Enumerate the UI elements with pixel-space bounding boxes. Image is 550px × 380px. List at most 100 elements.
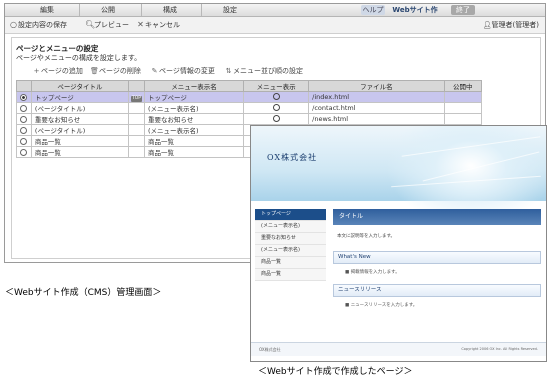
web-caption: ＜Webサイト作成で作成したページ＞ [258,367,413,377]
row-select-cell[interactable] [16,146,32,158]
site-footer: OX株式会社 Copyright 2006 OX Inc. All Rights… [251,342,546,356]
menu-name-cell: (メニュー表示名) [143,124,245,136]
row-radio-button[interactable] [20,115,28,123]
exit-button[interactable]: 終了 [451,5,475,15]
nav-item[interactable]: 重要なお知らせ [255,233,326,245]
company-name: OX株式会社 [267,153,318,162]
site-navigation: トップページ (メニュー表示名) 重要なお知らせ (メニュー表示名) 商品一覧 商品一覧 [255,209,326,281]
column-header-menu-display: メニュー表示 [243,80,310,92]
help-button[interactable]: ヘルプ [361,5,385,15]
table-row[interactable]: 重要なお知らせ 重要なお知らせ/news.html [16,113,483,125]
sort-icon: ⇅ [225,67,232,75]
column-header-published: 公開中 [443,80,483,92]
column-header-file-name: ファイル名 [308,80,445,92]
top-cell [127,146,145,158]
top-cell [127,102,145,114]
file-name-cell: /news.html [308,113,445,125]
close-icon: ✕ [137,20,144,29]
tab-settings[interactable]: 設定 [201,4,258,16]
menu-name-cell: 商品一覧 [143,146,245,158]
add-page-button[interactable]: + ページの追加 [32,66,83,76]
menu-name-cell: (メニュー表示名) [143,102,245,114]
main-tab-bar: 編集 公開 構成 設定 ヘルプ Webサイト作成 終了 [5,4,545,26]
nav-item[interactable]: トップページ [255,209,326,221]
save-settings-label: 設定内容の保存 [18,21,67,29]
generated-website: OX株式会社 トップページ (メニュー表示名) 重要なお知らせ (メニュー表示名) 商品… [250,125,547,362]
menu-sort-button[interactable]: ⇅ メニュー並び順の設定 [224,66,303,76]
published-cell [443,113,483,125]
top-column-header [127,80,145,92]
trash-icon: 🗑︎ [90,67,99,75]
main-content: タイトル 本文に説明等を入力します。 What's New ■ 掲載情報を入力し… [333,209,541,313]
top-cell [127,124,145,136]
news-release-item: ■ ニュースリリースを入力します。 [345,303,418,308]
column-header-menu-name: メニュー表示名 [143,80,245,92]
menu-display-cell [243,102,310,114]
user-icon: 👤︎ [482,21,492,29]
table-header-row: ページタイトル メニュー表示名 メニュー表示 ファイル名 公開中 [16,80,483,92]
tab-structure[interactable]: 構成 [141,4,198,16]
nav-item[interactable]: 商品一覧 [255,269,326,281]
top-cell [127,135,145,147]
page-title-cell: トップページ [30,91,129,103]
row-radio-button[interactable] [20,93,28,101]
whats-new-item: ■ 掲載情報を入力します。 [345,270,400,275]
page-title-cell: 商品一覧 [30,135,129,147]
footer-company: OX株式会社 [259,347,281,352]
cancel-button[interactable]: ✕キャンセル [136,20,180,30]
menu-sort-label: メニュー並び順の設定 [233,67,303,75]
table-row[interactable]: (ページタイトル) (メニュー表示名) /contact.html [16,102,483,114]
menu-name-cell: 商品一覧 [143,135,245,147]
row-select-cell[interactable] [16,113,32,125]
page-title-cell: (ページタイトル) [30,102,129,114]
table-row[interactable]: トップページ TOP トップページ/index.html [16,91,483,103]
edit-icon: ✎ [151,67,158,75]
news-release-heading: ニュースリリース [333,284,541,297]
file-name-cell: /contact.html [308,102,445,114]
row-radio-button[interactable] [20,137,28,145]
nav-item[interactable]: (メニュー表示名) [255,221,326,233]
whats-new-text: 掲載情報を入力します。 [350,270,400,275]
app-name: Webサイト作成 [392,6,438,26]
file-name-cell: /index.html [308,91,445,103]
row-radio-button[interactable] [20,104,28,112]
top-cell [127,113,145,125]
tab-edit[interactable]: 編集 [21,4,73,16]
edit-page-info-button[interactable]: ✎ ページ情報の変更 [150,66,215,76]
plus-icon: + [33,67,40,75]
tab-publish[interactable]: 公開 [79,4,136,16]
row-select-cell[interactable] [16,124,32,136]
page-title-cell: 商品一覧 [30,146,129,158]
published-cell [443,102,483,114]
row-radio-button[interactable] [20,148,28,156]
whats-new-heading: What's New [333,251,541,264]
shown-mark [272,114,280,122]
row-select-cell[interactable] [16,91,32,103]
row-select-cell[interactable] [16,135,32,147]
user-info: 👤︎管理者(管理者) [483,20,539,30]
preview-label: プレビュー [94,21,129,29]
cms-caption: ＜Webサイト作成（CMS）管理画面＞ [5,288,162,298]
nav-item[interactable]: (メニュー表示名) [255,245,326,257]
row-select-cell[interactable] [16,102,32,114]
published-cell [443,91,483,103]
add-page-label: ページの追加 [41,67,83,75]
shown-mark [272,92,280,100]
edit-page-info-label: ページ情報の変更 [159,67,215,75]
menu-display-cell [243,113,310,125]
shown-mark [272,103,280,111]
page-title: タイトル [333,209,541,225]
delete-page-button[interactable]: 🗑︎ページの削除 [90,66,141,76]
row-radio-button[interactable] [20,126,28,134]
news-release-text: ニュースリリースを入力します。 [350,303,418,308]
header-banner: OX株式会社 [251,126,546,226]
delete-page-label: ページの削除 [99,67,141,75]
preview-button[interactable]: 🔍︎プレビュー [85,20,129,30]
top-cell: TOP [127,91,145,103]
select-column-header [16,80,32,92]
column-header-page-title: ページタイトル [30,80,129,92]
save-settings-button[interactable]: ○設定内容の保存 [9,20,67,30]
section-description: ページやメニューの構成を設定します。 [16,54,142,62]
body-text: 本文に説明等を入力します。 [337,234,396,239]
nav-item[interactable]: 商品一覧 [255,257,326,269]
